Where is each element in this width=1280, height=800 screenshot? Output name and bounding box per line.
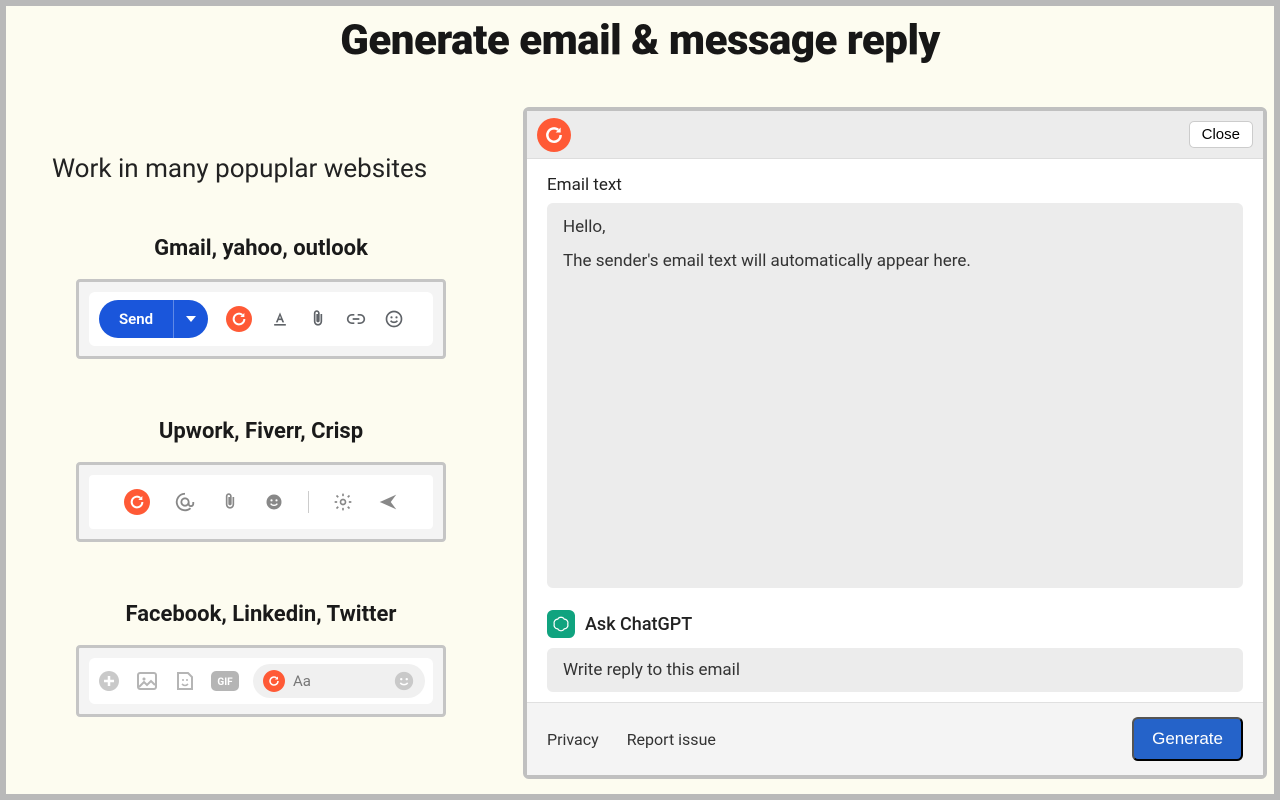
- panel-footer: Privacy Report issue Generate: [527, 702, 1263, 775]
- email-line: The sender's email text will automatical…: [563, 251, 1227, 271]
- attachment-icon[interactable]: [308, 309, 328, 329]
- message-input[interactable]: Aa: [253, 664, 425, 698]
- generate-button[interactable]: Generate: [1132, 717, 1243, 761]
- send-dropdown[interactable]: [173, 300, 208, 338]
- panel-header: Close: [527, 111, 1263, 159]
- emoji-icon[interactable]: [264, 492, 284, 512]
- ask-chatgpt-label: Ask ChatGPT: [585, 614, 692, 635]
- svg-text:GIF: GIF: [217, 677, 233, 688]
- gmail-toolbar: Send: [76, 279, 446, 359]
- reply-panel: Close Email text Hello, The sender's ema…: [523, 107, 1267, 779]
- email-text-label: Email text: [547, 175, 1243, 195]
- page-title: Generate email & message reply: [6, 6, 1274, 65]
- send-button[interactable]: Send: [99, 300, 208, 338]
- text-format-icon[interactable]: [270, 309, 290, 329]
- send-label: Send: [99, 310, 173, 328]
- integration-block-email: Gmail, yahoo, outlook Send: [76, 236, 446, 359]
- divider: [308, 491, 309, 513]
- block-title: Facebook, Linkedin, Twitter: [76, 602, 446, 627]
- email-line: Hello,: [563, 217, 1227, 237]
- emoji-icon[interactable]: [384, 309, 404, 329]
- prompt-input[interactable]: Write reply to this email: [547, 648, 1243, 692]
- attachment-icon[interactable]: [220, 492, 240, 512]
- image-icon[interactable]: [135, 669, 159, 693]
- emoji-icon[interactable]: [393, 670, 415, 692]
- block-title: Upwork, Fiverr, Crisp: [76, 419, 446, 444]
- block-title: Gmail, yahoo, outlook: [76, 236, 446, 261]
- input-placeholder: Aa: [293, 672, 311, 690]
- chat-toolbar: [76, 462, 446, 542]
- send-icon[interactable]: [377, 491, 399, 513]
- extension-icon[interactable]: [226, 306, 252, 332]
- report-issue-link[interactable]: Report issue: [627, 730, 716, 749]
- link-icon[interactable]: [346, 309, 366, 329]
- mention-icon[interactable]: [174, 491, 196, 513]
- gear-icon[interactable]: [333, 492, 353, 512]
- gif-icon[interactable]: GIF: [211, 671, 239, 691]
- add-icon[interactable]: [97, 669, 121, 693]
- subtitle: Work in many popuplar websites: [52, 154, 427, 184]
- chatgpt-icon: [547, 610, 575, 638]
- extension-icon[interactable]: [124, 489, 150, 515]
- close-button[interactable]: Close: [1189, 121, 1253, 148]
- extension-icon[interactable]: [263, 670, 285, 692]
- social-toolbar: GIF Aa: [76, 645, 446, 717]
- privacy-link[interactable]: Privacy: [547, 730, 599, 749]
- email-text-area[interactable]: Hello, The sender's email text will auto…: [547, 203, 1243, 588]
- sticker-icon[interactable]: [173, 669, 197, 693]
- integration-block-social: Facebook, Linkedin, Twitter GIF: [76, 602, 446, 717]
- extension-logo-icon: [537, 118, 571, 152]
- integration-block-chat: Upwork, Fiverr, Crisp: [76, 419, 446, 542]
